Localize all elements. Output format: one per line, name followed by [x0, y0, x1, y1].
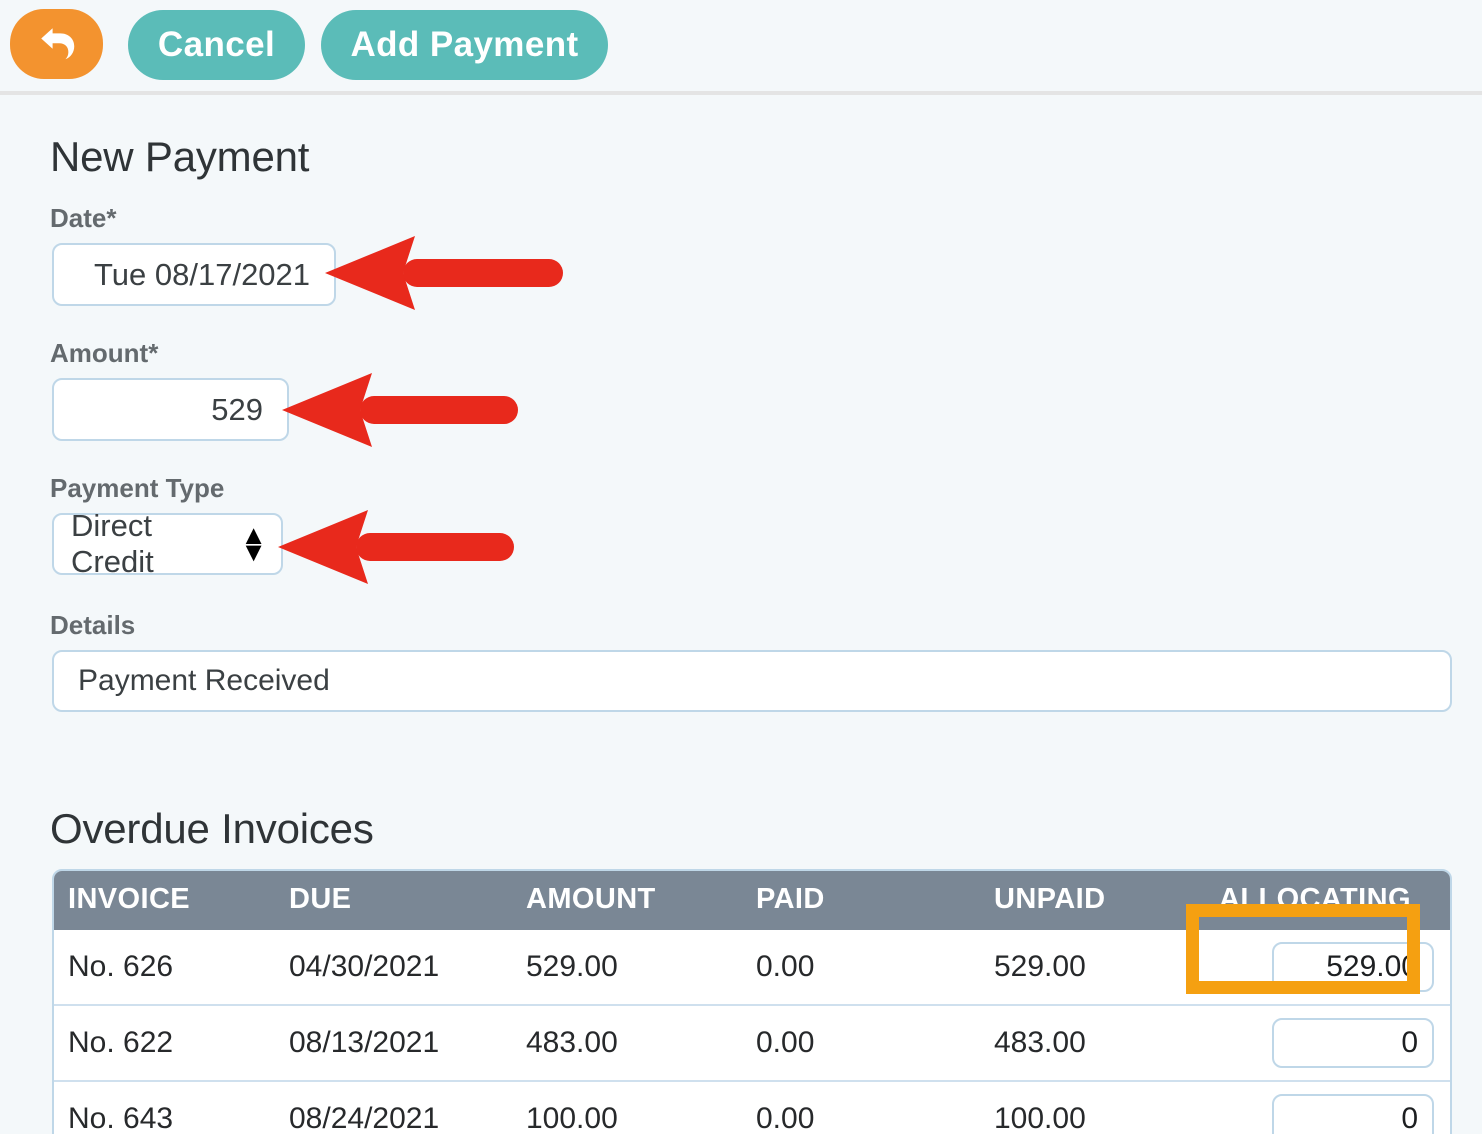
add-payment-button[interactable]: Add Payment: [321, 10, 608, 80]
amount-input[interactable]: 529: [52, 378, 289, 441]
cell-allocating: 529.00: [1219, 930, 1450, 1005]
col-header-invoice: INVOICE: [68, 883, 191, 915]
cell-invoice: No. 622: [54, 1004, 289, 1081]
table-row: No. 622 08/13/2021 483.00 0.00 483.00 0: [54, 1004, 1450, 1081]
amount-label: Amount*: [50, 338, 159, 368]
back-button[interactable]: [10, 9, 103, 79]
cell-paid: 0.00: [756, 930, 994, 1005]
col-header-allocating: ALLOCATING: [1219, 883, 1411, 915]
cancel-button[interactable]: Cancel: [128, 10, 305, 80]
cell-paid: 0.00: [756, 1004, 994, 1081]
allocating-input[interactable]: 529.00: [1272, 942, 1434, 992]
cell-amount: 529.00: [526, 930, 756, 1005]
cell-allocating: 0: [1219, 1004, 1450, 1081]
cell-amount: 100.00: [526, 1080, 756, 1134]
payment-type-value: Direct Credit: [71, 508, 154, 579]
cell-due: 08/13/2021: [289, 1004, 526, 1081]
toolbar-divider: [0, 91, 1482, 97]
cell-due: 04/30/2021: [289, 930, 526, 1005]
payment-type-arrow: [278, 510, 514, 584]
overdue-invoices-table: INVOICE DUE AMOUNT PAID UNPAID ALLOCATIN…: [52, 869, 1452, 1134]
cell-allocating: 0: [1219, 1080, 1450, 1134]
col-header-due: DUE: [289, 883, 352, 915]
cell-invoice: No. 626: [54, 930, 289, 1005]
col-header-paid: PAID: [756, 883, 825, 915]
details-label: Details: [50, 610, 136, 640]
cell-amount: 483.00: [526, 1004, 756, 1081]
select-updown-icon: ▲ ▼: [240, 520, 267, 567]
cell-paid: 0.00: [756, 1080, 994, 1134]
col-header-unpaid: UNPAID: [994, 883, 1106, 915]
page-title: New Payment: [50, 133, 310, 180]
undo-arrow-icon: [35, 22, 79, 66]
cell-unpaid: 100.00: [994, 1080, 1219, 1134]
col-header-amount: AMOUNT: [526, 883, 656, 915]
details-input[interactable]: Payment Received: [52, 650, 1452, 712]
top-toolbar: Cancel Add Payment: [0, 0, 1482, 97]
allocating-input[interactable]: 0: [1272, 1018, 1434, 1068]
table-row: No. 643 08/24/2021 100.00 0.00 100.00 0: [54, 1080, 1450, 1134]
payment-type-select[interactable]: Direct Credit ▲ ▼: [52, 508, 283, 579]
table-header-row: INVOICE DUE AMOUNT PAID UNPAID ALLOCATIN…: [54, 871, 1450, 930]
cell-due: 08/24/2021: [289, 1080, 526, 1134]
payment-type-label: Payment Type: [50, 473, 225, 503]
cell-unpaid: 483.00: [994, 1004, 1219, 1081]
table-row: No. 626 04/30/2021 529.00 0.00 529.00 52…: [54, 930, 1450, 1005]
cell-unpaid: 529.00: [994, 930, 1219, 1005]
date-input[interactable]: Tue 08/17/2021: [52, 243, 336, 306]
cell-invoice: No. 643: [54, 1080, 289, 1134]
overdue-invoices-title: Overdue Invoices: [50, 805, 374, 852]
payment-screen: Cancel Add Payment New Payment Date* Tue…: [0, 0, 1482, 1134]
amount-field-arrow: [282, 373, 518, 447]
date-field-arrow: [325, 236, 563, 310]
allocating-input[interactable]: 0: [1272, 1094, 1434, 1134]
date-label: Date*: [50, 203, 117, 233]
